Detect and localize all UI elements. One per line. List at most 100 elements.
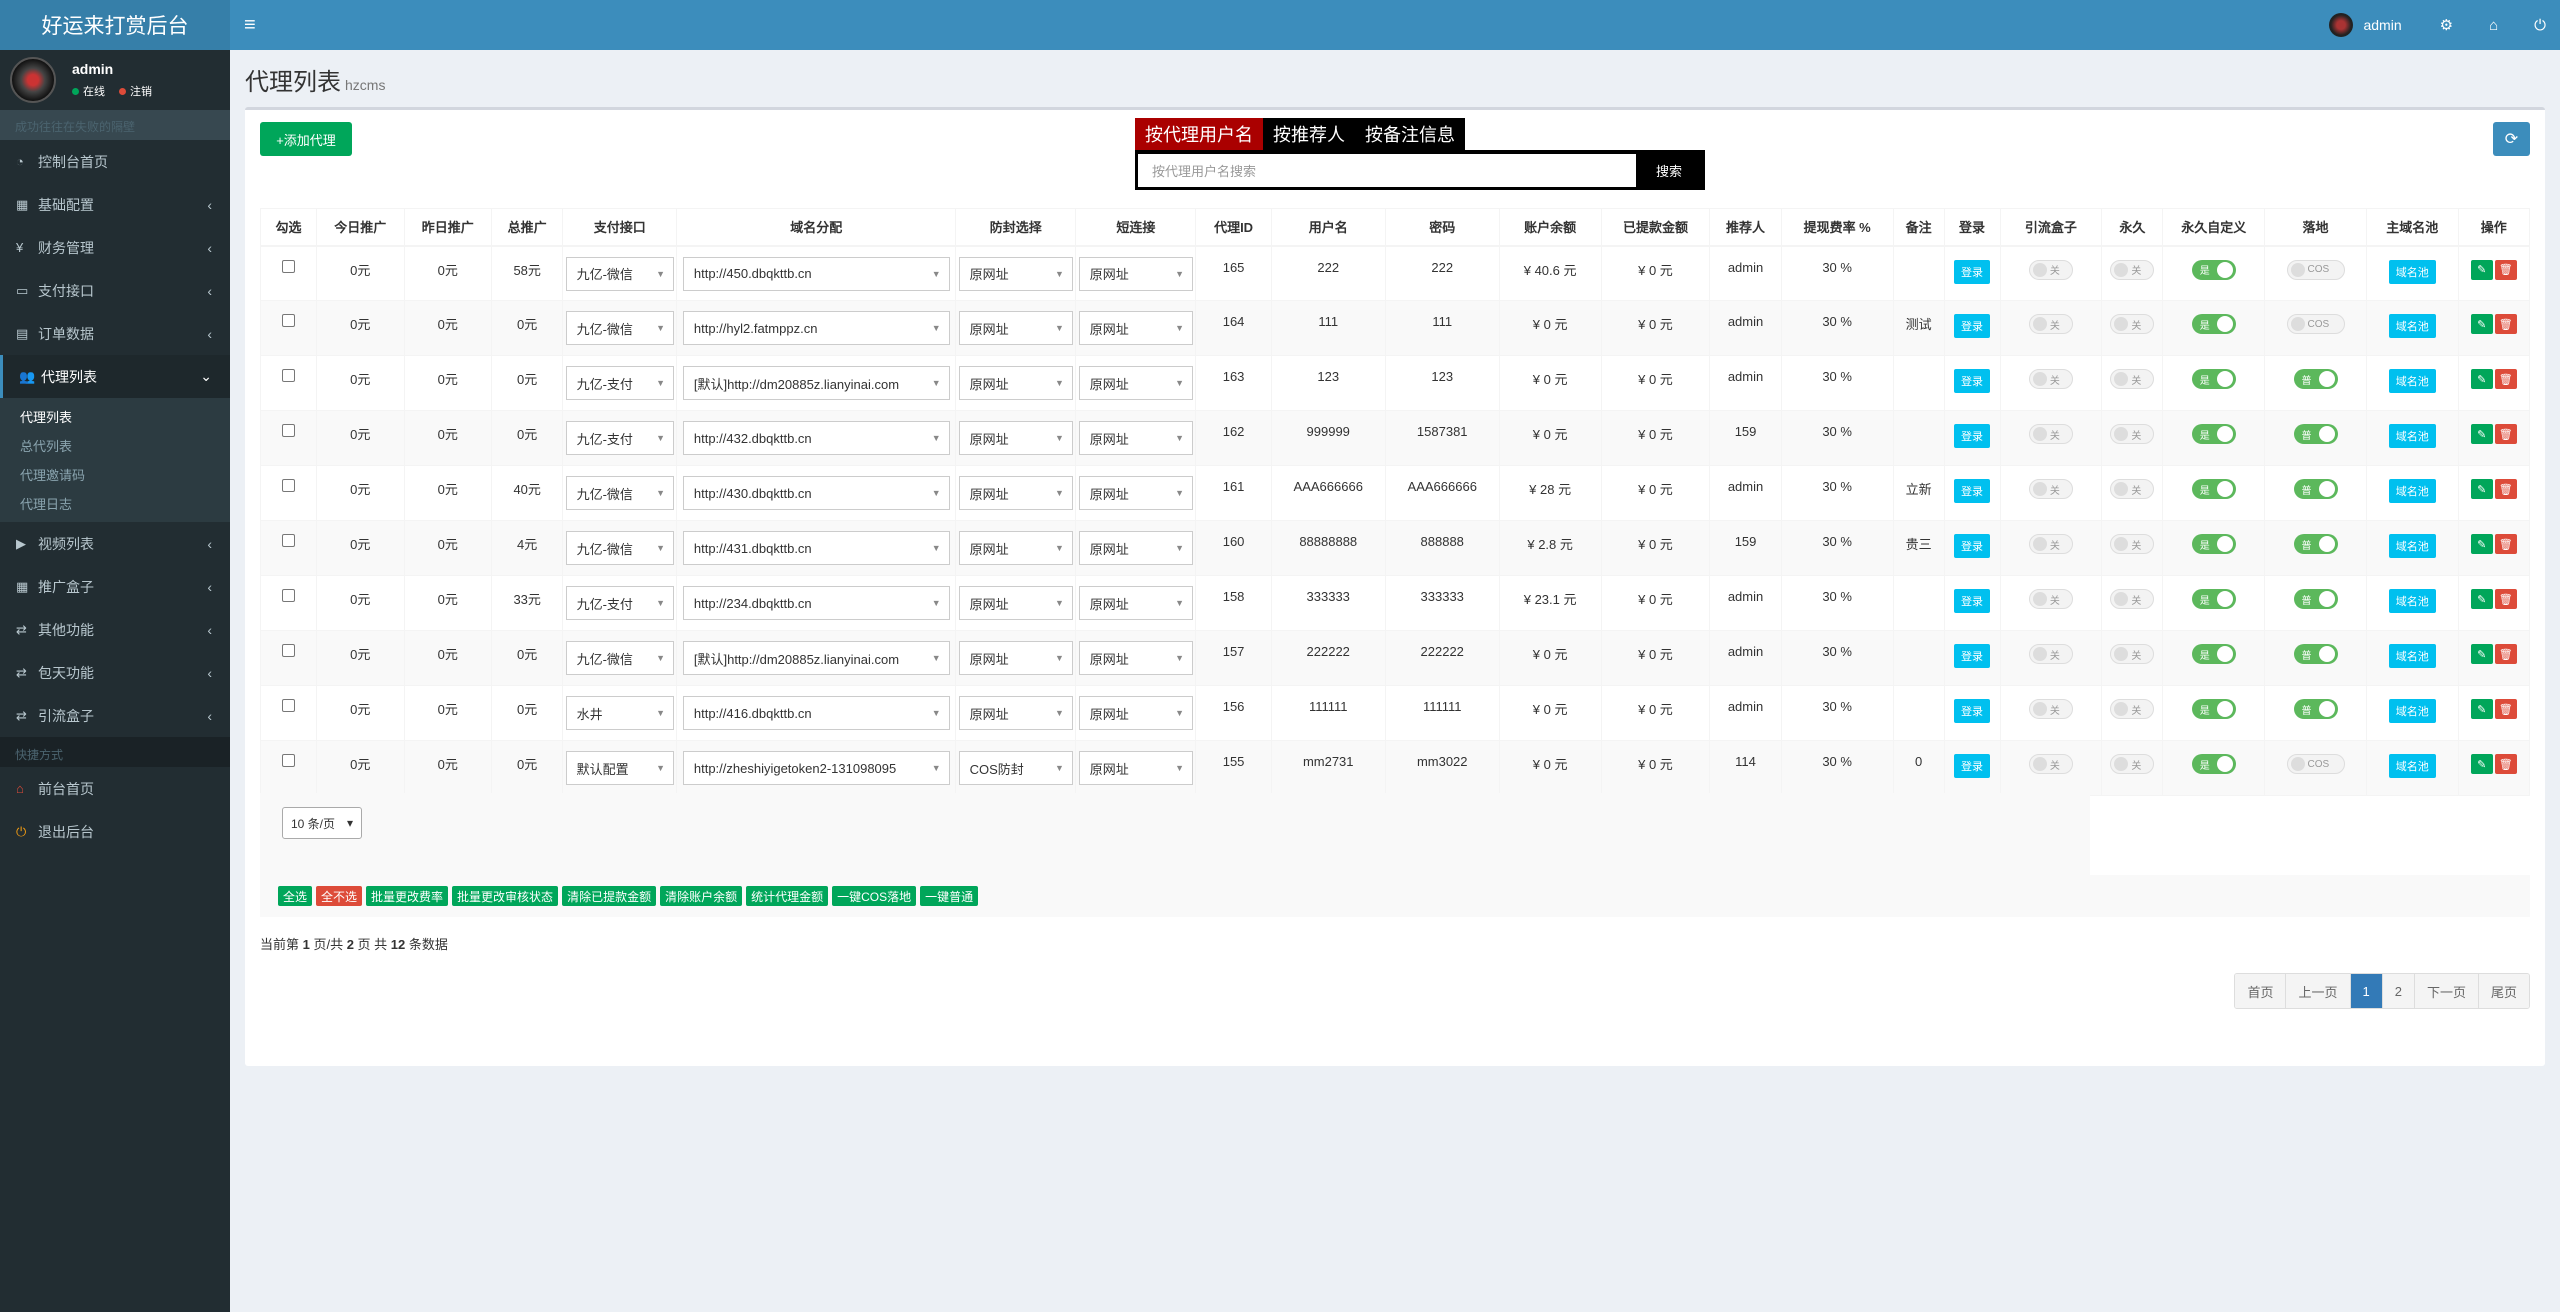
domain-pool-button[interactable]: 域名池	[2388, 369, 2436, 393]
trash-icon[interactable]: 🗑	[2494, 259, 2517, 280]
shortlink-select[interactable]: 原网址 ▼	[1078, 531, 1194, 565]
traffic-box-toggle[interactable]: 关	[2028, 479, 2073, 499]
login-button[interactable]: 登录	[1954, 699, 1991, 723]
edit-icon[interactable]: ✎	[2470, 699, 2493, 719]
navbar-username[interactable]: admin	[2363, 17, 2401, 33]
traffic-box-toggle[interactable]: 关	[2028, 424, 2073, 444]
permanent-custom-toggle[interactable]: 是	[2191, 754, 2236, 774]
trash-icon[interactable]: 🗑	[2494, 369, 2517, 389]
landing-toggle[interactable]: COS	[2286, 259, 2345, 280]
domain-pool-button[interactable]: 域名池	[2388, 314, 2436, 338]
home-icon[interactable]: ⌂	[2489, 17, 2498, 34]
payment-select[interactable]: 水井 ▼	[565, 696, 675, 730]
domain-select[interactable]: http://234.dbqkttb.cn ▼	[682, 586, 950, 620]
quick-link-1[interactable]: ⏻ 退出后台	[0, 810, 230, 853]
payment-select[interactable]: 九亿-支付 ▼	[565, 366, 675, 400]
shortlink-select[interactable]: 原网址 ▼	[1078, 476, 1194, 510]
domain-pool-button[interactable]: 域名池	[2388, 754, 2436, 778]
traffic-box-toggle[interactable]: 关	[2028, 754, 2073, 774]
login-button[interactable]: 登录	[1954, 424, 1991, 448]
row-checkbox[interactable]	[281, 644, 295, 657]
power-icon[interactable]: ⏻	[2534, 17, 2546, 34]
edit-icon[interactable]: ✎	[2470, 259, 2493, 280]
trash-icon[interactable]: 🗑	[2494, 479, 2517, 499]
login-button[interactable]: 登录	[1954, 259, 1991, 284]
bulk-button[interactable]: 统计代理金额	[746, 886, 829, 906]
shortlink-select[interactable]: 原网址 ▼	[1078, 751, 1194, 785]
shortlink-select[interactable]: 原网址 ▼	[1078, 256, 1194, 291]
payment-select[interactable]: 九亿-微信 ▼	[565, 641, 675, 675]
pager-item[interactable]: 下一页	[2413, 974, 2478, 1008]
pager-item[interactable]: 首页	[2235, 974, 2286, 1008]
tab-by-referrer[interactable]: 按推荐人	[1263, 118, 1355, 150]
pager-item[interactable]: 2	[2381, 974, 2414, 1008]
sidebar-item-2[interactable]: ¥ 财务管理 ‹	[0, 226, 230, 269]
traffic-box-toggle[interactable]: 关	[2028, 259, 2073, 280]
permanent-custom-toggle[interactable]: 是	[2191, 589, 2236, 609]
payment-select[interactable]: 九亿-支付 ▼	[565, 586, 675, 620]
bulk-button[interactable]: 一键COS落地	[832, 886, 917, 906]
submenu-item[interactable]: 代理邀请码	[0, 460, 230, 489]
landing-toggle[interactable]: 普	[2293, 424, 2338, 444]
landing-toggle[interactable]: 普	[2293, 534, 2338, 554]
bulk-button[interactable]: 清除账户余额	[660, 886, 743, 906]
permanent-custom-toggle[interactable]: 是	[2191, 699, 2236, 719]
guard-select[interactable]: 原网址 ▼	[958, 586, 1073, 620]
shortlink-select[interactable]: 原网址 ▼	[1078, 421, 1194, 455]
landing-toggle[interactable]: 普	[2293, 644, 2338, 664]
guard-select[interactable]: 原网址 ▼	[958, 476, 1073, 510]
domain-select[interactable]: http://450.dbqkttb.cn ▼	[682, 256, 950, 291]
landing-toggle[interactable]: COS	[2286, 754, 2345, 774]
shortlink-select[interactable]: 原网址 ▼	[1078, 311, 1194, 345]
guard-select[interactable]: 原网址 ▼	[958, 696, 1073, 730]
bulk-button[interactable]: 一键普通	[920, 886, 979, 906]
sidebar-item-3[interactable]: ▭ 支付接口 ‹	[0, 269, 230, 312]
edit-icon[interactable]: ✎	[2470, 369, 2493, 389]
bulk-button[interactable]: 全不选	[316, 886, 363, 906]
permanent-custom-toggle[interactable]: 是	[2191, 479, 2236, 499]
bulk-button[interactable]: 批量更改费率	[366, 886, 449, 906]
domain-select[interactable]: [默认]http://dm20885z.lianyinai.com ▼	[682, 641, 950, 675]
sidebar-item-6[interactable]: ▶ 视频列表 ‹	[0, 522, 230, 565]
search-input[interactable]: 按代理用户名搜索	[1138, 153, 1636, 187]
sidebar-item-7[interactable]: ▦ 推广盒子 ‹	[0, 565, 230, 608]
domain-select[interactable]: http://zheshiyigetoken2-131098095 ▼	[682, 751, 950, 785]
traffic-box-toggle[interactable]: 关	[2028, 589, 2073, 609]
permanent-toggle[interactable]: 关	[2110, 314, 2155, 334]
row-checkbox[interactable]	[281, 589, 295, 602]
payment-select[interactable]: 默认配置 ▼	[565, 751, 675, 785]
permanent-toggle[interactable]: 关	[2110, 534, 2155, 554]
permanent-custom-toggle[interactable]: 是	[2191, 369, 2236, 389]
domain-select[interactable]: http://hyl2.fatmppz.cn ▼	[682, 311, 950, 345]
sidebar-item-0[interactable]: ◔ 控制台首页	[0, 140, 230, 183]
edit-icon[interactable]: ✎	[2470, 754, 2493, 774]
sidebar-item-9[interactable]: ⇄ 包天功能 ‹	[0, 651, 230, 694]
edit-icon[interactable]: ✎	[2470, 314, 2493, 334]
permanent-toggle[interactable]: 关	[2110, 644, 2155, 664]
login-button[interactable]: 登录	[1954, 534, 1991, 558]
domain-pool-button[interactable]: 域名池	[2388, 699, 2436, 723]
permanent-custom-toggle[interactable]: 是	[2191, 534, 2236, 554]
guard-select[interactable]: 原网址 ▼	[958, 256, 1073, 291]
permanent-toggle[interactable]: 关	[2110, 259, 2155, 280]
traffic-box-toggle[interactable]: 关	[2028, 314, 2073, 334]
app-logo[interactable]: 好运来打赏后台	[0, 0, 230, 50]
quick-link-0[interactable]: ⌂ 前台首页	[0, 767, 230, 810]
login-button[interactable]: 登录	[1954, 644, 1991, 668]
submenu-item[interactable]: 总代列表	[0, 431, 230, 460]
landing-toggle[interactable]: 普	[2293, 369, 2338, 389]
guard-select[interactable]: 原网址 ▼	[958, 531, 1073, 565]
domain-select[interactable]: http://432.dbqkttb.cn ▼	[682, 421, 950, 455]
permanent-toggle[interactable]: 关	[2110, 479, 2155, 499]
edit-icon[interactable]: ✎	[2470, 534, 2493, 554]
domain-pool-button[interactable]: 域名池	[2388, 479, 2436, 503]
login-button[interactable]: 登录	[1954, 314, 1991, 338]
trash-icon[interactable]: 🗑	[2494, 424, 2517, 444]
edit-icon[interactable]: ✎	[2470, 479, 2493, 499]
row-checkbox[interactable]	[281, 699, 295, 712]
sidebar-toggle-icon[interactable]: ≡	[244, 14, 268, 37]
logout-link[interactable]: 注销	[119, 83, 152, 99]
tab-by-username[interactable]: 按代理用户名	[1135, 118, 1263, 150]
shortlink-select[interactable]: 原网址 ▼	[1078, 696, 1194, 730]
payment-select[interactable]: 九亿-微信 ▼	[565, 476, 675, 510]
